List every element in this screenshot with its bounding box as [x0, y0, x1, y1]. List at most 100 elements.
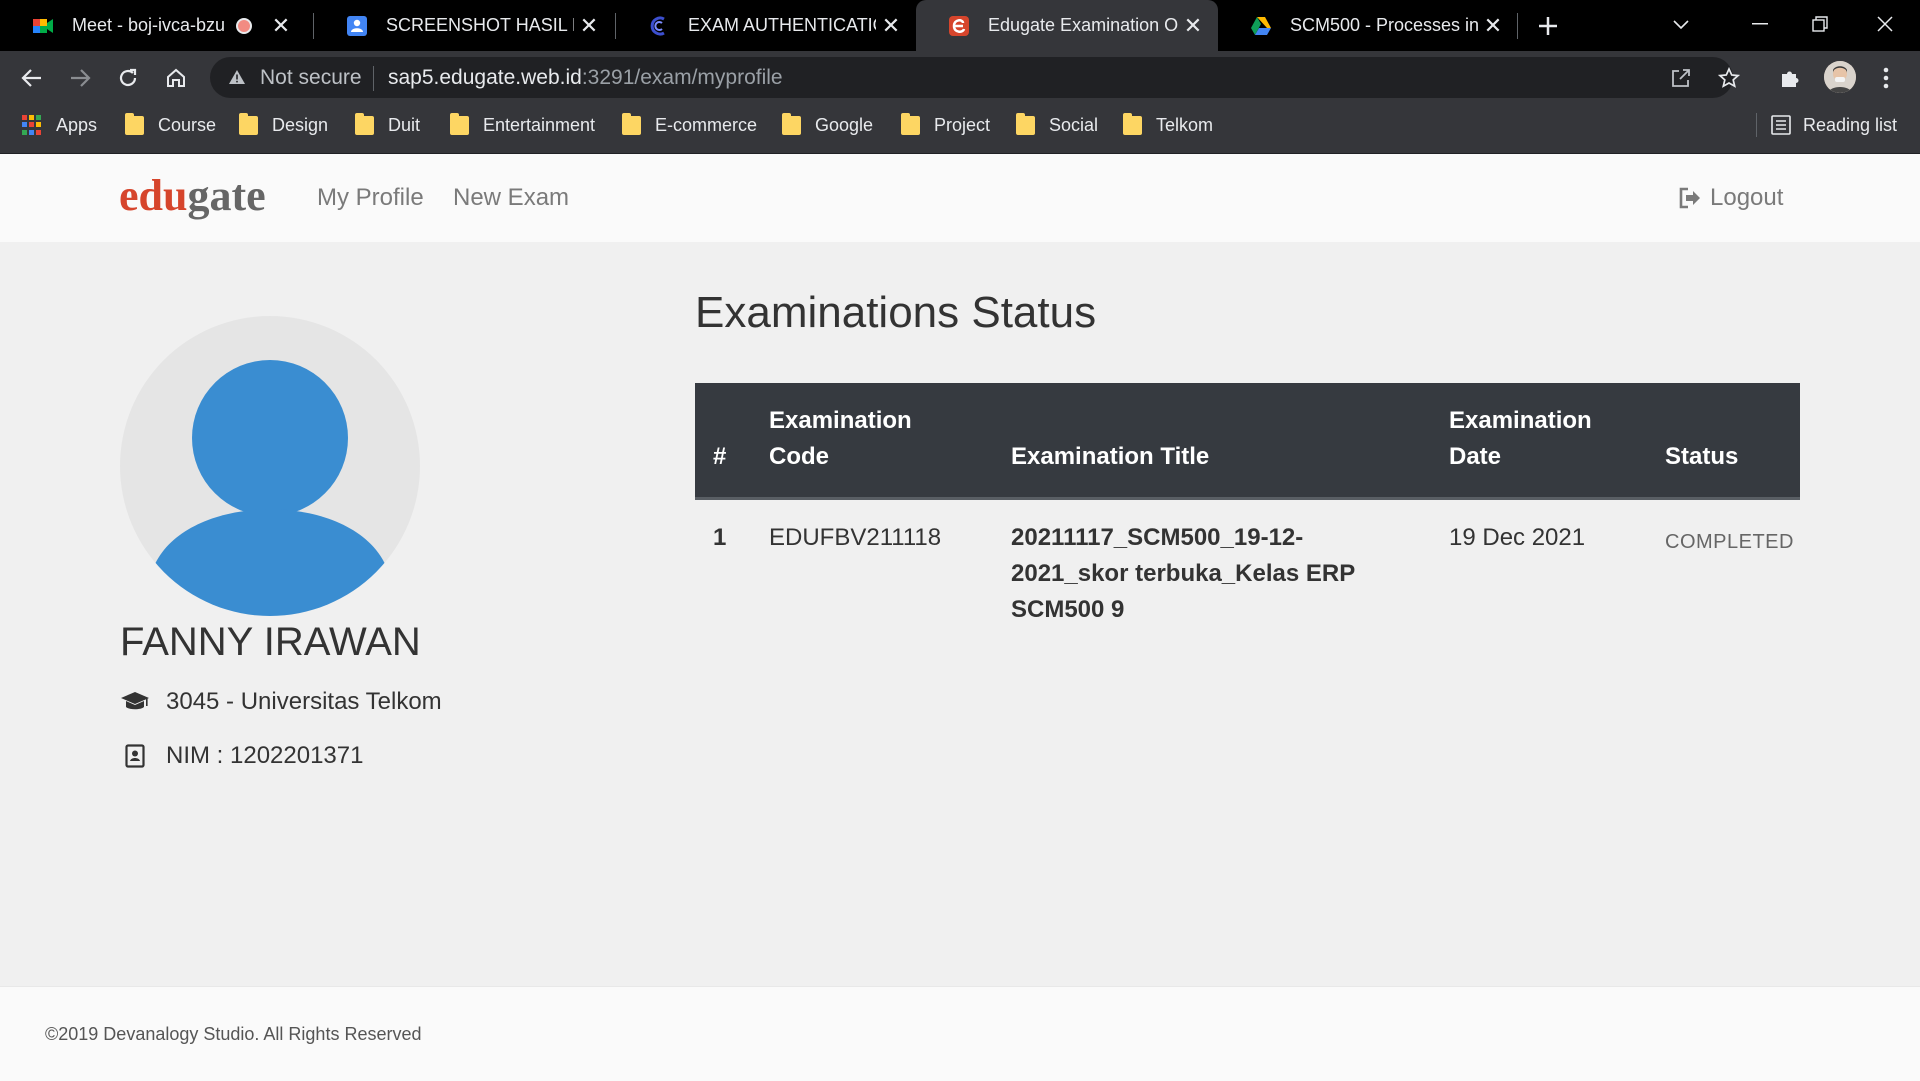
bookmark-entertainment[interactable]: Entertainment — [450, 104, 595, 146]
extensions-button[interactable] — [1776, 64, 1804, 92]
folder-icon — [239, 112, 258, 135]
close-icon[interactable]: ✕ — [574, 13, 604, 39]
table-body: 1 EDUFBV211118 20211117_SCM500_19-12-202… — [695, 499, 1800, 649]
forward-button[interactable] — [58, 51, 102, 104]
bookmark-star-button[interactable] — [1715, 64, 1743, 92]
reading-list-button[interactable]: Reading list — [1771, 104, 1897, 146]
share-button[interactable] — [1667, 64, 1695, 92]
bookmark-social[interactable]: Social — [1016, 104, 1098, 146]
tab-exam-auth[interactable]: EXAM AUTHENTICATION ✕ — [616, 0, 916, 51]
status-badge: COMPLETED — [1665, 531, 1794, 553]
minimize-button[interactable] — [1730, 4, 1790, 44]
url-text[interactable]: sap5.edugate.web.id:3291/exam/myprofile — [388, 66, 783, 90]
star-icon — [1718, 67, 1740, 88]
bookmark-label: Design — [272, 114, 329, 135]
tab-search-button[interactable] — [1666, 10, 1696, 40]
folder-icon — [450, 112, 469, 135]
tab-title: SCM500 - Processes in Pr — [1290, 15, 1478, 35]
reading-list-label: Reading list — [1803, 114, 1898, 135]
cell-index: 1 — [713, 524, 727, 551]
folder-icon — [1016, 112, 1035, 135]
minimize-icon — [1752, 23, 1768, 25]
bookmark-label: Apps — [56, 114, 98, 135]
google-meet-icon — [33, 18, 53, 33]
tab-title: SCREENSHOT HASIL EXAM — [386, 15, 574, 35]
bookmark-label: Duit — [388, 114, 421, 135]
cell-title: 20211117_SCM500_19-12-2021_skor terbuka_… — [1011, 524, 1355, 623]
close-icon[interactable]: ✕ — [1478, 13, 1508, 39]
tab-meet[interactable]: Meet - boj-ivca-bzu ✕ — [0, 0, 306, 51]
tab-scm500[interactable]: SCM500 - Processes in Pr ✕ — [1218, 0, 1518, 51]
bookmark-duit[interactable]: Duit — [355, 104, 420, 146]
folder-icon — [622, 112, 641, 135]
nim-line: NIM : 1202201371 — [120, 740, 363, 772]
tab-title: Edugate Examination Onli — [988, 15, 1178, 35]
url-host: sap5.edugate.web.id — [388, 66, 582, 89]
bookmark-telkom[interactable]: Telkom — [1123, 104, 1213, 146]
user-photo-icon — [1824, 61, 1856, 93]
tab-screenshot[interactable]: SCREENSHOT HASIL EXAM ✕ — [314, 0, 614, 51]
column-header-code: Examination Code — [751, 383, 993, 500]
column-header-status: Status — [1647, 383, 1800, 500]
bookmark-google[interactable]: Google — [782, 104, 873, 146]
omnibox-divider — [373, 66, 374, 91]
folder-icon — [1123, 112, 1142, 135]
bookmark-apps[interactable]: Apps — [22, 104, 97, 146]
bookmark-label: Social — [1049, 114, 1099, 135]
column-header-index: # — [695, 383, 751, 500]
close-icon — [1877, 16, 1893, 32]
home-icon — [167, 68, 185, 87]
profile-avatar[interactable] — [1824, 61, 1856, 93]
edugate-logo[interactable]: edugate — [119, 170, 266, 222]
logo-text-gate: gate — [187, 171, 266, 220]
avatar — [120, 316, 420, 616]
column-header-title: Examination Title — [993, 383, 1431, 500]
bookmark-project[interactable]: Project — [901, 104, 990, 146]
sign-out-icon — [1679, 187, 1700, 209]
close-icon[interactable]: ✕ — [1178, 13, 1208, 39]
table-header-row: # Examination Code Examination Title Exa… — [695, 383, 1800, 500]
bookmark-ecommerce[interactable]: E-commerce — [622, 104, 757, 146]
bookmarks-divider — [1756, 104, 1757, 146]
browser-menu-button[interactable] — [1874, 64, 1898, 92]
back-button[interactable] — [10, 51, 54, 104]
bookmark-label: Project — [934, 114, 991, 135]
bookmark-label: Course — [158, 114, 217, 135]
restore-button[interactable] — [1790, 4, 1850, 44]
logout-link[interactable]: Logout — [1678, 182, 1783, 214]
bookmark-label: Google — [815, 114, 874, 135]
bookmark-label: Telkom — [1156, 114, 1214, 135]
tab-title: Meet - boj-ivca-bzu — [72, 15, 226, 35]
bookmark-course[interactable]: Course — [125, 104, 216, 146]
id-card-icon — [120, 744, 150, 768]
nav-new-exam[interactable]: New Exam — [453, 182, 569, 214]
exam-site-icon — [650, 16, 665, 35]
cell-code: EDUFBV211118 — [769, 524, 942, 551]
tab-edugate[interactable]: Edugate Examination Onli ✕ — [916, 0, 1218, 51]
arrow-left-icon — [21, 68, 41, 87]
folder-icon — [125, 112, 144, 135]
bookmark-label: E-commerce — [655, 114, 758, 135]
chevron-down-icon — [1673, 20, 1689, 30]
table-row: 1 EDUFBV211118 20211117_SCM500_19-12-202… — [695, 499, 1800, 649]
new-tab-button[interactable] — [1530, 8, 1566, 44]
nav-my-profile[interactable]: My Profile — [317, 182, 424, 214]
close-icon[interactable]: ✕ — [266, 13, 296, 39]
folder-icon — [782, 112, 801, 135]
security-label[interactable]: Not secure — [260, 66, 362, 90]
more-vertical-icon — [1883, 67, 1889, 89]
home-button[interactable] — [154, 51, 198, 104]
column-header-date: Examination Date — [1431, 383, 1647, 500]
close-icon[interactable]: ✕ — [876, 13, 906, 39]
logout-label: Logout — [1710, 184, 1784, 211]
bookmark-design[interactable]: Design — [239, 104, 328, 146]
google-drive-icon — [1251, 16, 1271, 35]
url-path: :3291/exam/myprofile — [581, 66, 783, 89]
warning-icon[interactable] — [226, 66, 248, 88]
folder-icon — [901, 112, 920, 135]
logo-text-edu: edu — [119, 171, 188, 220]
reload-button[interactable] — [106, 51, 150, 104]
tab-divider — [1517, 13, 1518, 39]
close-window-button[interactable] — [1855, 4, 1915, 44]
bookmark-label: Entertainment — [483, 114, 596, 135]
